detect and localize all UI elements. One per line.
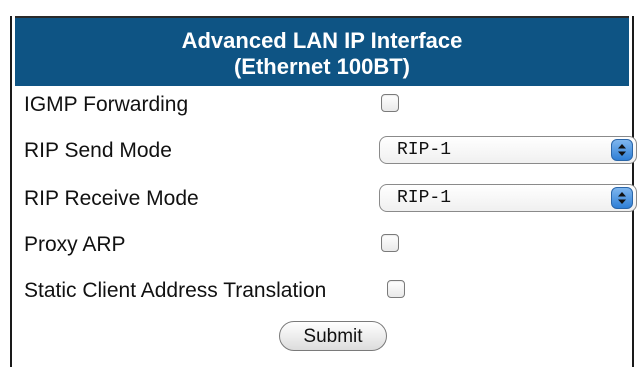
panel-header: Advanced LAN IP Interface (Ethernet 100B… <box>15 16 629 86</box>
static-client-address-translation-label: Static Client Address Translation <box>24 279 327 302</box>
proxy-arp-row: Proxy ARP <box>24 230 620 260</box>
proxy-arp-checkbox[interactable] <box>381 234 399 252</box>
rip-receive-mode-label: RIP Receive Mode <box>24 187 199 210</box>
proxy-arp-label: Proxy ARP <box>24 233 126 256</box>
advanced-lan-ip-panel: Advanced LAN IP Interface (Ethernet 100B… <box>10 16 637 367</box>
rip-receive-mode-select[interactable]: RIP-1 <box>379 184 637 212</box>
igmp-forwarding-row: IGMP Forwarding <box>24 90 620 120</box>
up-down-arrows-icon <box>611 139 633 161</box>
igmp-forwarding-label: IGMP Forwarding <box>24 93 189 116</box>
static-client-address-translation-row: Static Client Address Translation <box>24 276 620 306</box>
submit-button[interactable]: Submit <box>279 321 387 351</box>
rip-send-mode-select[interactable]: RIP-1 <box>379 136 637 164</box>
rip-send-mode-row: RIP Send Mode RIP-1 <box>24 136 637 166</box>
panel-subtitle: (Ethernet 100BT) <box>233 54 411 79</box>
rip-send-mode-value: RIP-1 <box>397 140 452 160</box>
rip-send-mode-label: RIP Send Mode <box>24 139 172 162</box>
panel-title: Advanced LAN IP Interface <box>181 28 463 53</box>
igmp-forwarding-checkbox[interactable] <box>381 94 399 112</box>
rip-receive-mode-row: RIP Receive Mode RIP-1 <box>24 184 637 214</box>
rip-receive-mode-value: RIP-1 <box>397 188 452 208</box>
up-down-arrows-icon <box>611 187 633 209</box>
static-client-address-translation-checkbox[interactable] <box>387 280 405 298</box>
